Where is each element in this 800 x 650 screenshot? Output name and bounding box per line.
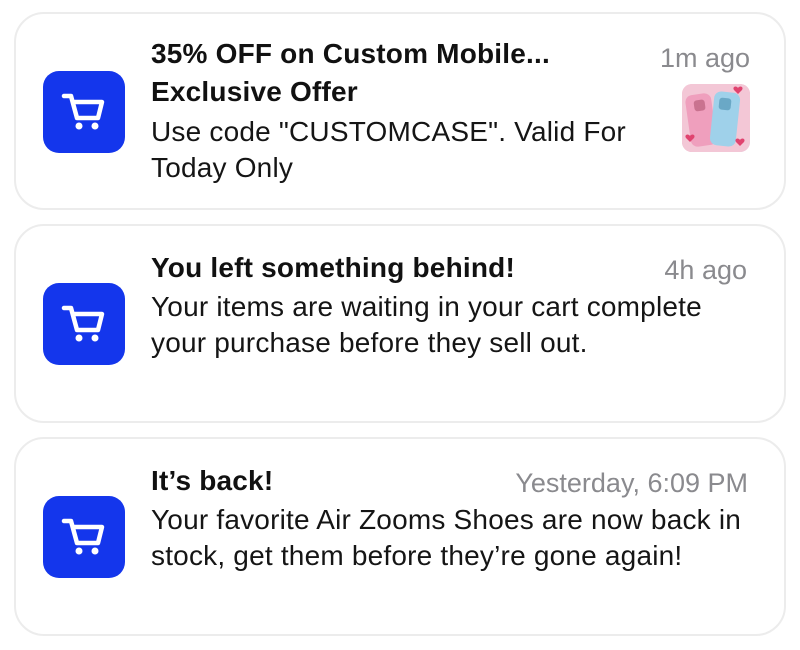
notification-time: 1m ago <box>659 43 750 73</box>
notification-body: Your items are waiting in your cart comp… <box>151 291 702 358</box>
notification-title: It’s back! <box>151 465 274 496</box>
notification-title: 35% OFF on Custom Mobile... <box>151 38 550 69</box>
notification-card[interactable]: You left something behind! Your items ar… <box>14 224 786 423</box>
notification-body: Use code "CUSTOMCASE". Valid For Today O… <box>151 116 626 183</box>
notification-body: Your favorite Air Zooms Shoes are now ba… <box>151 504 742 571</box>
phone-cases-image <box>682 84 750 152</box>
shopping-cart-icon <box>43 283 125 365</box>
shopping-cart-icon <box>43 496 125 578</box>
notification-card[interactable]: It’s back! Your favorite Air Zooms Shoes… <box>14 437 786 636</box>
notification-card[interactable]: 35% OFF on Custom Mobile... Exclusive Of… <box>14 12 786 210</box>
shopping-cart-icon <box>43 71 125 153</box>
notification-title: You left something behind! <box>151 252 515 283</box>
notification-time: 4h ago <box>664 255 747 285</box>
notification-subtitle: Exclusive Offer <box>151 76 358 107</box>
notification-time: Yesterday, 6:09 PM <box>515 468 748 498</box>
